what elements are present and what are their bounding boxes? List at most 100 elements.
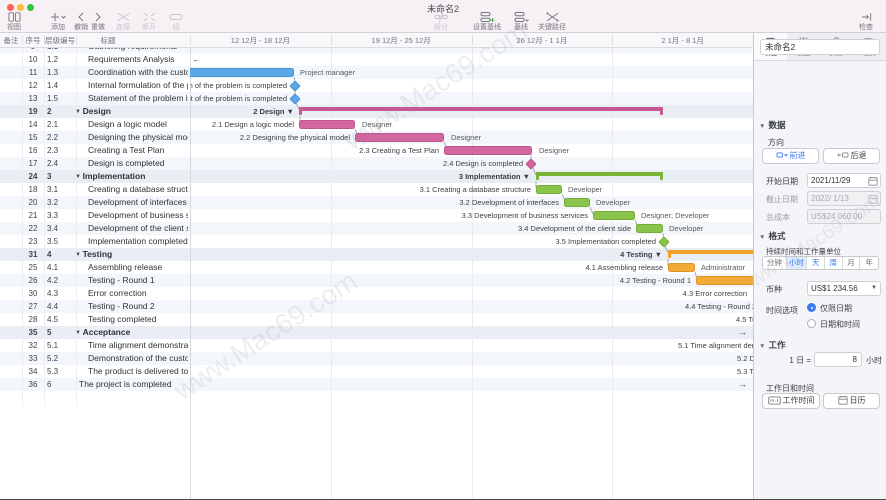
project-name-field[interactable] [760,39,880,55]
row-wbs: 6 [47,378,73,391]
gantt-bar[interactable] [593,211,635,220]
task-title: Design a logic model [75,118,188,131]
total-cost-label: 总成本 [766,212,790,223]
gantt-task-label: 3.4 Development of the client side [518,222,631,235]
row-wbs: 1.4 [47,79,73,92]
gantt-bar[interactable] [636,224,663,233]
row-wbs: 4.5 [47,313,73,326]
column-header[interactable]: 层级编号 [45,33,75,48]
row-wbs: 2 [47,105,73,118]
hours-per-day-input[interactable] [814,352,862,367]
direction-backward-button[interactable]: 后退 [823,148,880,164]
disclosure-triangle-icon[interactable]: ▼ [75,252,83,258]
task-title: Development of the client side [75,222,188,235]
row-wbs: 3.1 [47,183,73,196]
column-header[interactable]: 备注 [4,33,19,48]
gantt-bar[interactable] [536,185,562,194]
row-number: 16 [22,144,44,157]
gantt-task-label: 4.1 Assembling release [585,261,663,274]
toolbar-group-button[interactable]: 组 [149,11,203,32]
gantt-task-label: 3 Implementation ▼ [459,170,530,183]
row-number: 22 [22,222,44,235]
section-format[interactable]: ▼格式 [759,230,785,242]
column-header[interactable]: 序号 [26,33,41,48]
toolbar-inspect-button[interactable]: 检查 [839,11,886,32]
group-icon [149,11,203,23]
week-header: 12 12月 - 18 12月 [231,33,290,48]
row-number: 25 [22,261,44,274]
gantt-resource-label: Developer [568,183,602,196]
gantt-resource-label: Developer [669,222,703,235]
gantt-summary-bar[interactable] [668,250,753,258]
row-wbs: 4.4 [47,300,73,313]
inspector-panel: 项目视图资源任务 ▼数据 方向 前进 后退 开始日期 2021/11/29 截止… [753,33,886,500]
gantt-chart-area: ←Project manager1.4 Internal formulation… [190,48,753,500]
gantt-bar[interactable] [668,263,695,272]
disclosure-triangle-icon[interactable]: ▼ [75,330,83,336]
gantt-bar[interactable] [696,276,753,285]
disclosure-triangle-icon: ▼ [759,343,765,350]
start-date-label: 开始日期 [766,176,798,187]
time-option-radio[interactable]: 日期和时间 [807,319,860,331]
row-wbs: 3 [47,170,73,183]
row-wbs: 4.3 [47,287,73,300]
column-header[interactable]: 标题 [101,33,116,48]
row-wbs: 2.4 [47,157,73,170]
gantt-summary-bar[interactable] [536,172,663,180]
row-number: 19 [22,105,44,118]
row-number: 26 [22,274,44,287]
start-date-field[interactable]: 2021/11/29 [807,173,881,188]
work-hours-icon [768,396,781,405]
gantt-task-label: 2.4 Design is completed [443,157,523,170]
row-number: 31 [22,248,44,261]
disclosure-triangle-icon[interactable]: ▼ [75,109,83,115]
row-number: 30 [22,287,44,300]
unit-option[interactable]: 年 [860,257,878,269]
unit-option[interactable]: 月 [843,257,861,269]
section-data[interactable]: ▼数据 [759,119,785,131]
unit-option[interactable]: 分钟 [763,257,787,269]
unit-option[interactable]: 周 [825,257,843,269]
gantt-task-label: 3.3 Development of business services [462,209,588,222]
gantt-bar[interactable] [299,120,355,129]
unit-option[interactable]: 小时 [787,257,808,269]
row-wbs: 5.1 [47,339,73,352]
gantt-bar[interactable] [564,198,590,207]
gantt-offscreen-arrow-icon: → [738,326,747,339]
task-title: Creating a database structure [75,183,188,196]
app-window: www.Mac69.com www.Mac69.com www.Mac69.co… [0,0,886,500]
time-option-label: 时间选项 [766,305,798,316]
row-number: 17 [22,157,44,170]
gantt-offscreen-arrow-icon: → [738,378,747,391]
row-wbs: 1.2 [47,53,73,66]
row-wbs: 2.1 [47,118,73,131]
week-header: 26 12月 - 1 1月 [516,33,567,48]
work-hours-button[interactable]: 工作时间 [762,393,820,409]
row-wbs: 2.2 [47,131,73,144]
gantt-summary-bar[interactable] [299,107,663,115]
row-wbs: 5 [47,326,73,339]
gantt-bar[interactable] [444,146,532,155]
header-separator [76,35,77,45]
row-wbs: 3.2 [47,196,73,209]
gantt-task-label: 2.3 Creating a Test Plan [359,144,439,157]
calendar-button[interactable]: 日历 [823,393,880,409]
direction-forward-button[interactable]: 前进 [762,148,819,164]
row-number: 20 [22,196,44,209]
task-title: ▼ Acceptance [75,326,188,339]
time-option-radio[interactable]: 仅限日期 [807,303,852,315]
row-number: 14 [22,118,44,131]
currency-dropdown[interactable]: US$1 234.56▼ [807,281,881,296]
radio-icon [807,319,816,328]
gantt-bar[interactable] [355,133,444,142]
row-number: 11 [22,66,44,79]
gantt-task-label: 4.3 Error correction [683,287,747,300]
toolbar-critical-path-button[interactable]: 关键路径 [525,11,579,32]
gantt-bar[interactable] [190,68,294,77]
calendar-icon[interactable] [868,176,878,190]
section-work[interactable]: ▼工作 [759,339,785,351]
gantt-task-label: 5.2 Demonstration of the customer [737,352,753,365]
task-title: Testing - Round 1 [75,274,188,287]
disclosure-triangle-icon[interactable]: ▼ [75,174,83,180]
unit-option[interactable]: 天 [807,257,825,269]
